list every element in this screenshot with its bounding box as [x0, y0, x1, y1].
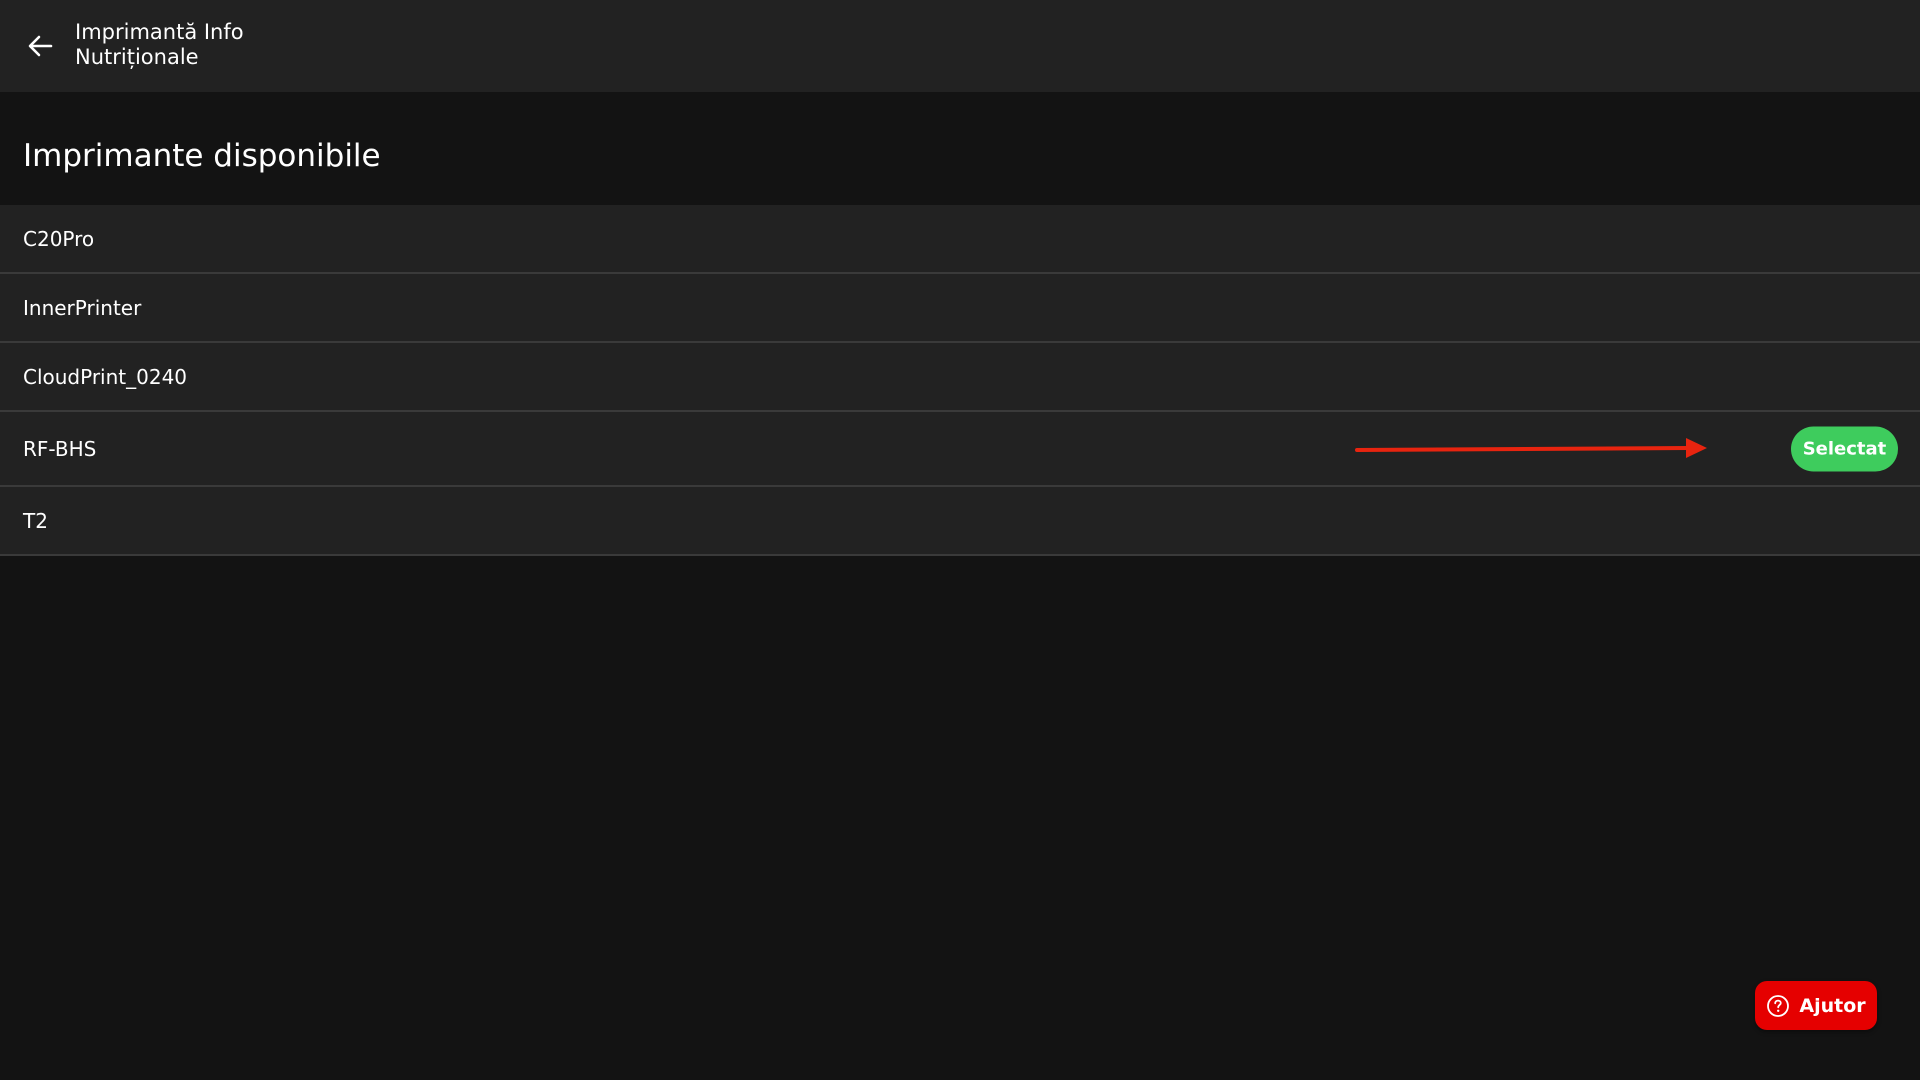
annotation-arrow-icon — [1355, 438, 1707, 458]
printer-name: C20Pro — [23, 226, 95, 251]
help-button[interactable]: Ajutor — [1755, 981, 1877, 1030]
back-button[interactable] — [22, 28, 58, 64]
printer-list: C20Pro InnerPrinter CloudPrint_0240 RF-B… — [0, 205, 1920, 556]
printer-name: CloudPrint_0240 — [23, 364, 188, 389]
printer-row-innerprinter[interactable]: InnerPrinter — [0, 274, 1920, 343]
section-header: Imprimante disponibile — [0, 92, 1920, 205]
section-title: Imprimante disponibile — [23, 138, 381, 174]
printer-name: T2 — [23, 508, 48, 533]
printer-row-cloudprint[interactable]: CloudPrint_0240 — [0, 343, 1920, 412]
printer-name: RF-BHS — [23, 436, 97, 461]
help-label: Ajutor — [1799, 994, 1866, 1017]
help-circle-icon — [1767, 994, 1790, 1017]
printer-row-t2[interactable]: T2 — [0, 487, 1920, 556]
app-bar: Imprimantă Info Nutriționale — [0, 0, 1920, 92]
page-title: Imprimantă Info Nutriționale — [75, 20, 244, 69]
printer-name: InnerPrinter — [23, 295, 142, 320]
arrow-left-icon — [28, 35, 53, 57]
printer-row-c20pro[interactable]: C20Pro — [0, 205, 1920, 274]
selected-button[interactable]: Selectat — [1791, 426, 1898, 471]
printer-row-rf-bhs[interactable]: RF-BHS Selectat — [0, 412, 1920, 487]
